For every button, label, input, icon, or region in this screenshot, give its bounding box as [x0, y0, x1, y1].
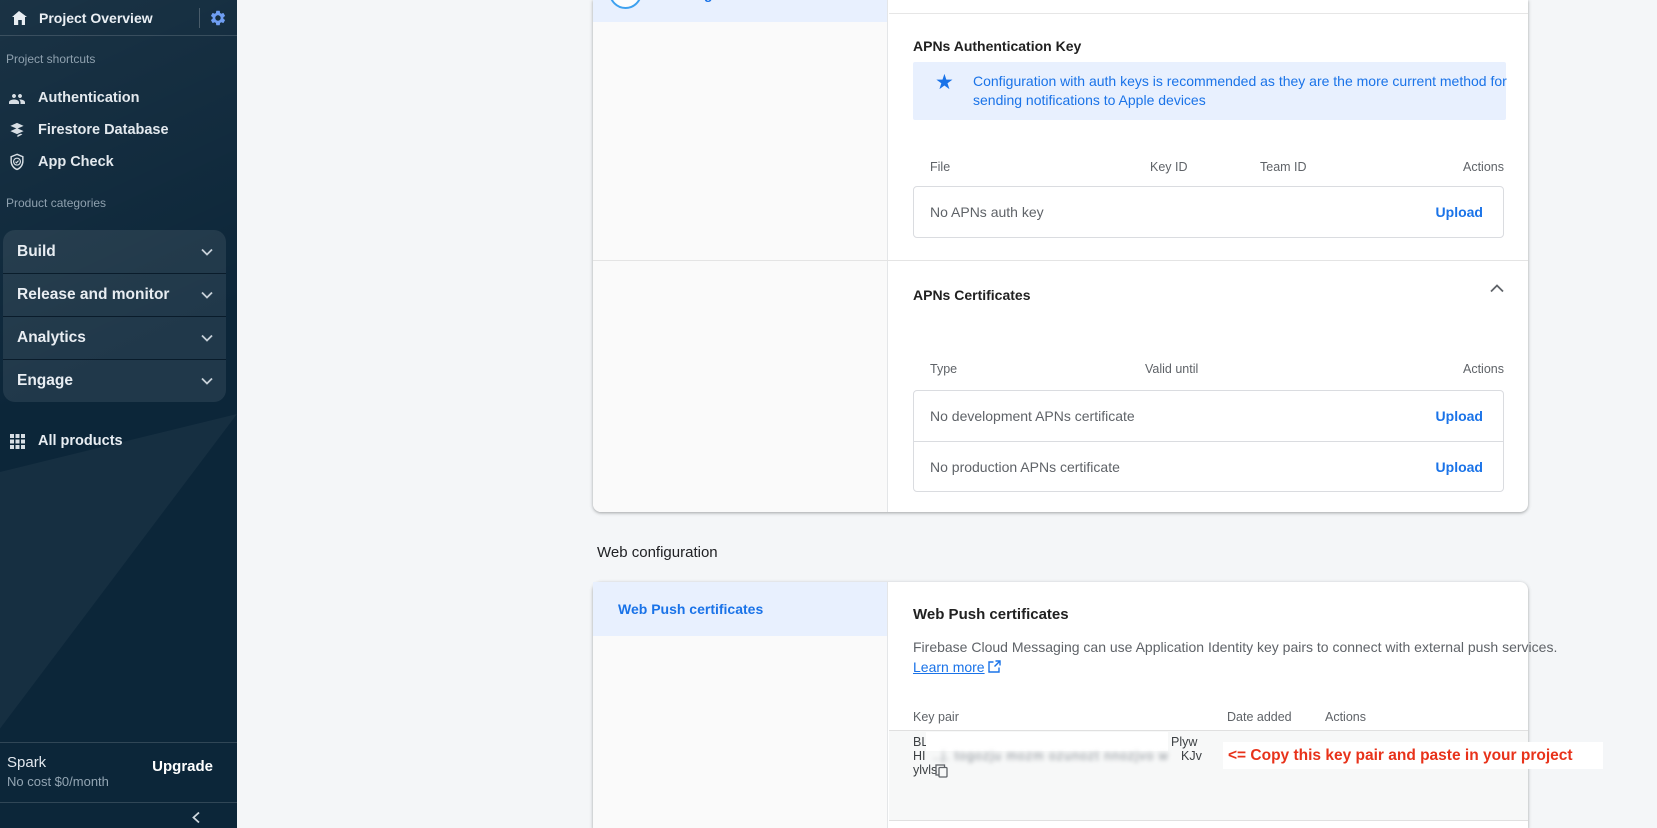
app-avatar: [609, 0, 642, 9]
apple-config-content: APNs Authentication Key ★ Configuration …: [593, 0, 1528, 512]
all-products-link[interactable]: All products: [0, 426, 237, 456]
product-categories-group: Build Release and monitor Analytics Enga…: [3, 230, 226, 402]
category-release-and-monitor[interactable]: Release and monitor: [3, 273, 226, 316]
category-label: Engage: [17, 372, 73, 389]
col-actions: Actions: [1463, 362, 1504, 376]
upload-prod-certificate-button[interactable]: Upload: [1436, 459, 1483, 475]
col-key-pair: Key pair: [913, 710, 959, 724]
sidebar-item-firestore-database[interactable]: Firestore Database: [0, 114, 237, 146]
col-date-added: Date added: [1227, 710, 1292, 724]
key-fragment: ylvls: [913, 763, 938, 777]
empty-state-text: No production APNs certificate: [930, 458, 1120, 475]
apns-certificates-title: APNs Certificates: [913, 287, 1031, 303]
apple-app-config-card: g APNs Authentication Key ★ Configuratio…: [593, 0, 1528, 512]
upload-auth-key-button[interactable]: Upload: [1436, 204, 1483, 220]
grid-icon: [10, 433, 25, 449]
shortcuts-list: Authentication Firestore Database App Ch…: [0, 82, 237, 178]
sidebar: Project Overview Project shortcuts Authe…: [0, 0, 237, 828]
category-label: Release and monitor: [17, 286, 170, 303]
sidebar-header: Project Overview: [0, 0, 237, 36]
learn-more-link[interactable]: Learn more: [913, 659, 985, 675]
sidebar-item-app-check[interactable]: App Check: [0, 146, 237, 178]
empty-state-text: No APNs auth key: [930, 204, 1044, 220]
firestore-icon: [10, 122, 24, 137]
categories-section-label: Product categories: [6, 196, 107, 210]
category-build[interactable]: Build: [3, 230, 226, 273]
web-configuration-label: Web configuration: [597, 544, 718, 561]
sidebar-item-authentication[interactable]: Authentication: [0, 82, 237, 114]
key-fragment: HI: [913, 749, 926, 763]
certificates-table: No development APNs certificate Upload N…: [913, 390, 1504, 492]
web-config-card: Web Push certificates Web Push certifica…: [593, 582, 1557, 828]
people-icon: [9, 94, 25, 104]
section-divider: [593, 260, 1528, 261]
app-list-panel: g: [593, 0, 888, 512]
copy-icon[interactable]: [935, 764, 948, 778]
auth-key-empty-row: No APNs auth key Upload: [914, 187, 1503, 237]
chevron-down-icon: [201, 248, 213, 256]
key-fragment: KJv: [1181, 749, 1202, 763]
web-push-description: Firebase Cloud Messaging can use Applica…: [913, 638, 1568, 677]
col-team-id: Team ID: [1260, 160, 1307, 174]
all-products-label: All products: [38, 433, 123, 449]
category-label: Analytics: [17, 329, 86, 346]
plan-cost: No cost $0/month: [7, 774, 109, 789]
shield-check-icon: [10, 153, 24, 171]
star-icon: ★: [935, 71, 954, 94]
tab-label: Web Push certificates: [618, 601, 764, 617]
category-engage[interactable]: Engage: [3, 359, 226, 402]
chevron-left-icon[interactable]: [190, 811, 203, 824]
prod-certificate-row: No production APNs certificate Upload: [914, 441, 1503, 491]
annotation-overlay: <= Copy this key pair and paste in your …: [1223, 742, 1603, 769]
sidebar-item-label: App Check: [38, 154, 114, 170]
auth-key-recommendation-banner: ★ Configuration with auth keys is recomm…: [913, 62, 1507, 120]
home-icon[interactable]: [10, 9, 28, 27]
sidebar-item-label: Authentication: [38, 90, 140, 106]
web-config-panel: Web Push certificates: [593, 582, 888, 828]
collapse-certificates-chevron-up-icon[interactable]: [1490, 284, 1504, 293]
description-text: Firebase Cloud Messaging can use Applica…: [913, 639, 1558, 655]
sidebar-collapse-bar: [0, 802, 237, 828]
category-analytics[interactable]: Analytics: [3, 316, 226, 359]
col-key-id: Key ID: [1150, 160, 1188, 174]
chevron-down-icon: [201, 377, 213, 385]
upload-dev-certificate-button[interactable]: Upload: [1436, 408, 1483, 424]
col-actions: Actions: [1325, 710, 1366, 724]
category-label: Build: [17, 242, 56, 260]
plan-section: Spark No cost $0/month Upgrade: [0, 742, 237, 802]
selected-app-tab[interactable]: g: [593, 0, 887, 22]
col-type: Type: [930, 362, 958, 376]
web-push-content: Web Push certificates Firebase Cloud Mes…: [889, 582, 1557, 828]
chevron-down-icon: [201, 334, 213, 342]
col-valid-until: Valid until: [1145, 362, 1199, 376]
app-name-fragment: g: [704, 0, 713, 2]
tab-web-push-certificates[interactable]: Web Push certificates: [593, 582, 887, 636]
auth-key-table: No APNs auth key Upload: [913, 186, 1504, 238]
web-push-heading: Web Push certificates: [913, 606, 1069, 623]
key-fragment-blurred: ..j. togozju mozm ozunozt nnozjvo wnoz: [933, 749, 1169, 763]
header-divider: [199, 7, 200, 28]
sidebar-item-label: Firestore Database: [38, 122, 169, 138]
gear-icon[interactable]: [209, 9, 227, 27]
col-actions: Actions: [1463, 160, 1504, 174]
external-link-icon: [987, 659, 1001, 673]
key-fragment: Plyw: [1171, 735, 1198, 749]
col-file: File: [930, 160, 951, 174]
shortcuts-section-label: Project shortcuts: [6, 52, 96, 66]
dev-certificate-row: No development APNs certificate Upload: [914, 391, 1503, 441]
project-overview-link[interactable]: Project Overview: [39, 10, 199, 26]
truncated-top-row: [889, 0, 1528, 14]
apns-auth-key-title: APNs Authentication Key: [913, 38, 1082, 54]
upgrade-button[interactable]: Upgrade: [152, 758, 213, 775]
chevron-down-icon: [201, 291, 213, 299]
annotation-text: <= Copy this key pair and paste in your …: [1228, 747, 1573, 764]
plan-name: Spark: [7, 754, 47, 771]
banner-text: Configuration with auth keys is recommen…: [973, 73, 1507, 108]
empty-state-text: No development APNs certificate: [930, 408, 1135, 424]
